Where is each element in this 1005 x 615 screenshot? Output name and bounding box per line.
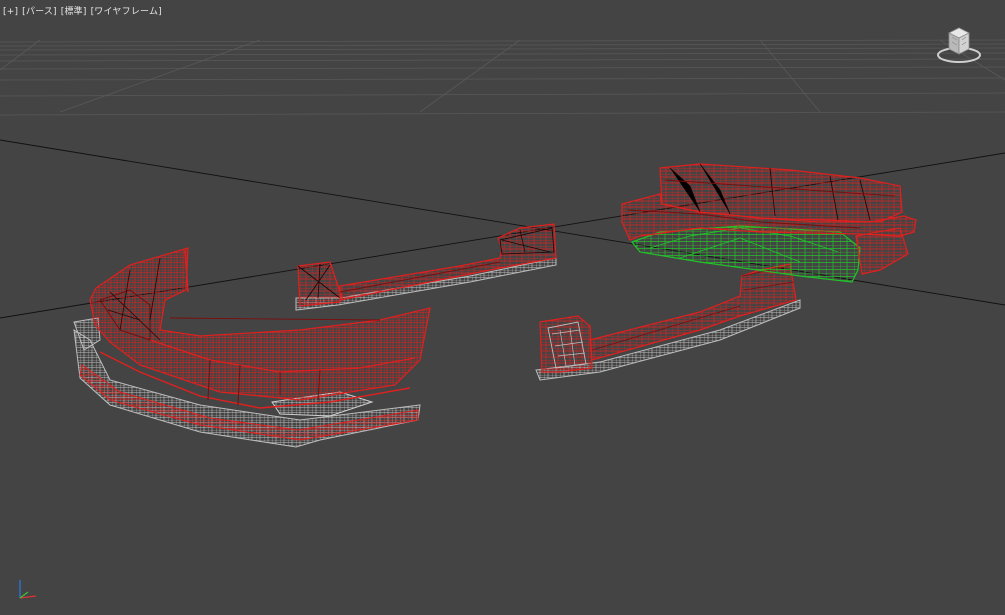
viewport-menu-perspective[interactable]: [パース] — [22, 7, 57, 17]
home-grid — [0, 39, 1005, 116]
axis-tripod-icon — [19, 580, 37, 599]
rear-bumper-mesh[interactable] — [621, 163, 917, 283]
front-bumper-mesh[interactable] — [73, 247, 431, 448]
viewcube-icon[interactable] — [936, 24, 982, 66]
side-skirt-left-mesh[interactable] — [295, 223, 557, 311]
viewport-menu-wireframe[interactable]: [ワイヤフレーム] — [91, 7, 162, 17]
viewport-scene[interactable] — [0, 0, 1005, 615]
side-skirt-right-mesh[interactable] — [535, 263, 801, 381]
viewport-menu-plus[interactable]: [+] — [3, 7, 18, 17]
viewport-menu-standard[interactable]: [標準] — [61, 7, 87, 17]
3d-viewport[interactable]: [+] [パース] [標準] [ワイヤフレーム] — [0, 0, 1005, 615]
viewport-label-menu[interactable]: [+] [パース] [標準] [ワイヤフレーム] — [3, 4, 166, 17]
